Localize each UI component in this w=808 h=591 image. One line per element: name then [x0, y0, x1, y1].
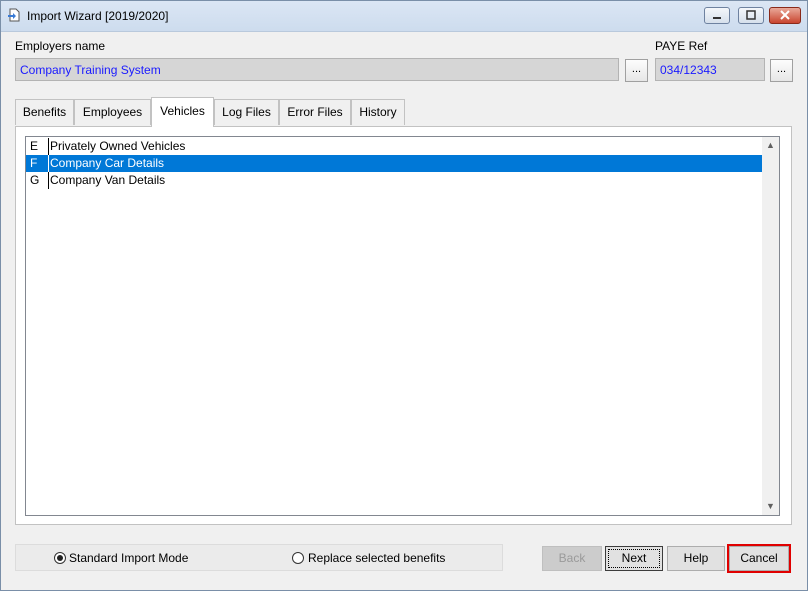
window-title: Import Wizard [2019/2020]	[27, 9, 169, 23]
replace-selected-benefits-label[interactable]: Replace selected benefits	[308, 551, 445, 565]
tab-benefits[interactable]: Benefits	[15, 99, 74, 125]
cancel-button[interactable]: Cancel	[729, 546, 789, 571]
tab-error-files[interactable]: Error Files	[279, 99, 351, 125]
column-divider	[48, 172, 49, 189]
replace-selected-benefits-radio[interactable]	[292, 552, 304, 564]
employer-name-field[interactable]: Company Training System	[15, 58, 619, 81]
maximize-button[interactable]	[738, 7, 764, 24]
paye-ref-field[interactable]: 034/12343	[655, 58, 765, 81]
vehicle-description: Company Van Details	[50, 173, 166, 187]
employer-name-label: Employers name	[15, 39, 106, 53]
minimize-icon	[713, 17, 721, 19]
vehicle-code: F	[30, 156, 38, 170]
standard-import-mode-label[interactable]: Standard Import Mode	[69, 551, 188, 565]
tab-vehicles[interactable]: Vehicles	[151, 97, 214, 127]
next-button[interactable]: Next	[605, 546, 663, 571]
list-item[interactable]: E Privately Owned Vehicles	[26, 138, 763, 155]
list-item[interactable]: G Company Van Details	[26, 172, 763, 189]
paye-ref-label: PAYE Ref	[655, 39, 708, 53]
close-button[interactable]	[769, 7, 801, 24]
column-divider	[48, 138, 49, 155]
vehicle-code: E	[30, 139, 39, 153]
tab-history[interactable]: History	[351, 99, 405, 125]
title-bar: Import Wizard [2019/2020]	[1, 1, 807, 32]
help-button[interactable]: Help	[667, 546, 725, 571]
vehicle-code: G	[30, 173, 40, 187]
vehicle-description: Privately Owned Vehicles	[50, 139, 186, 153]
paye-browse-button[interactable]: ...	[770, 59, 793, 82]
minimize-button[interactable]	[704, 7, 730, 24]
tab-log-files[interactable]: Log Files	[214, 99, 279, 125]
standard-import-mode-radio[interactable]	[54, 552, 66, 564]
employer-browse-button[interactable]: ...	[625, 59, 648, 82]
import-wizard-window: Import Wizard [2019/2020] Employers name…	[0, 0, 808, 591]
vertical-scrollbar[interactable]: ▲ ▼	[762, 137, 779, 515]
back-button[interactable]: Back	[542, 546, 602, 571]
scroll-down-icon[interactable]: ▼	[762, 498, 779, 515]
close-icon	[780, 10, 790, 20]
column-divider	[48, 155, 49, 172]
tab-employees[interactable]: Employees	[74, 99, 151, 125]
list-item-selected[interactable]: F Company Car Details	[26, 155, 763, 172]
vehicle-description: Company Car Details	[50, 156, 165, 170]
scroll-up-icon[interactable]: ▲	[762, 137, 779, 154]
vehicles-list[interactable]: E Privately Owned Vehicles F Company Car…	[25, 136, 780, 516]
maximize-icon	[746, 10, 756, 20]
import-app-icon	[8, 8, 20, 22]
